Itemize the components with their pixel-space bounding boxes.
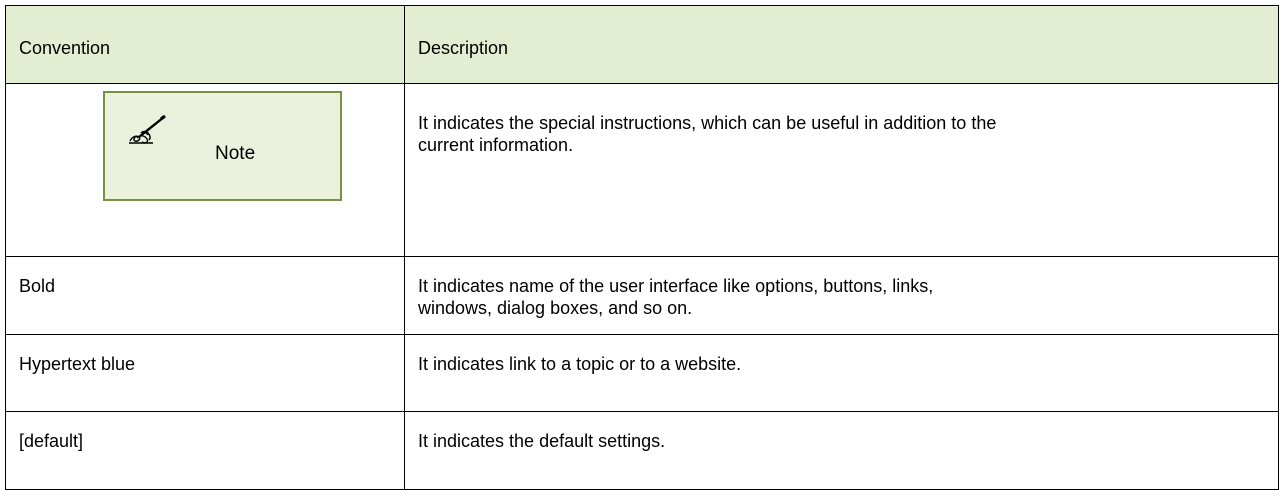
- description-line: It indicates the special instructions, w…: [418, 113, 997, 133]
- table-row: Hypertext blue It indicates link to a to…: [5, 334, 1279, 412]
- table-row: [default] It indicates the default setti…: [5, 411, 1279, 490]
- description-line: It indicates name of the user interface …: [418, 276, 934, 296]
- description-line: current information.: [418, 135, 574, 155]
- convention-cell: Hypertext blue: [5, 334, 405, 412]
- description-line: windows, dialog boxes, and so on.: [418, 298, 693, 318]
- header-description: Description: [404, 5, 1279, 84]
- description-cell: It indicates link to a topic or to a web…: [404, 334, 1279, 412]
- description-cell: It indicates the default settings.: [404, 411, 1279, 490]
- pen-writing-icon: [129, 115, 166, 144]
- convention-cell: Note: [5, 83, 405, 257]
- convention-cell: Bold: [5, 256, 405, 335]
- description-cell: It indicates the special instructions, w…: [404, 83, 1279, 257]
- header-convention: Convention: [5, 5, 405, 84]
- description-cell: It indicates name of the user interface …: [404, 256, 1279, 335]
- note-label: Note: [215, 143, 256, 164]
- table-row: Bold It indicates name of the user inter…: [5, 256, 1279, 335]
- convention-cell: [default]: [5, 411, 405, 490]
- conventions-table: Convention Description Note It indicates…: [5, 5, 1279, 490]
- table-row: Note It indicates the special instructio…: [5, 83, 1279, 257]
- note-box: Note: [103, 91, 342, 201]
- table-header-row: Convention Description: [5, 5, 1279, 84]
